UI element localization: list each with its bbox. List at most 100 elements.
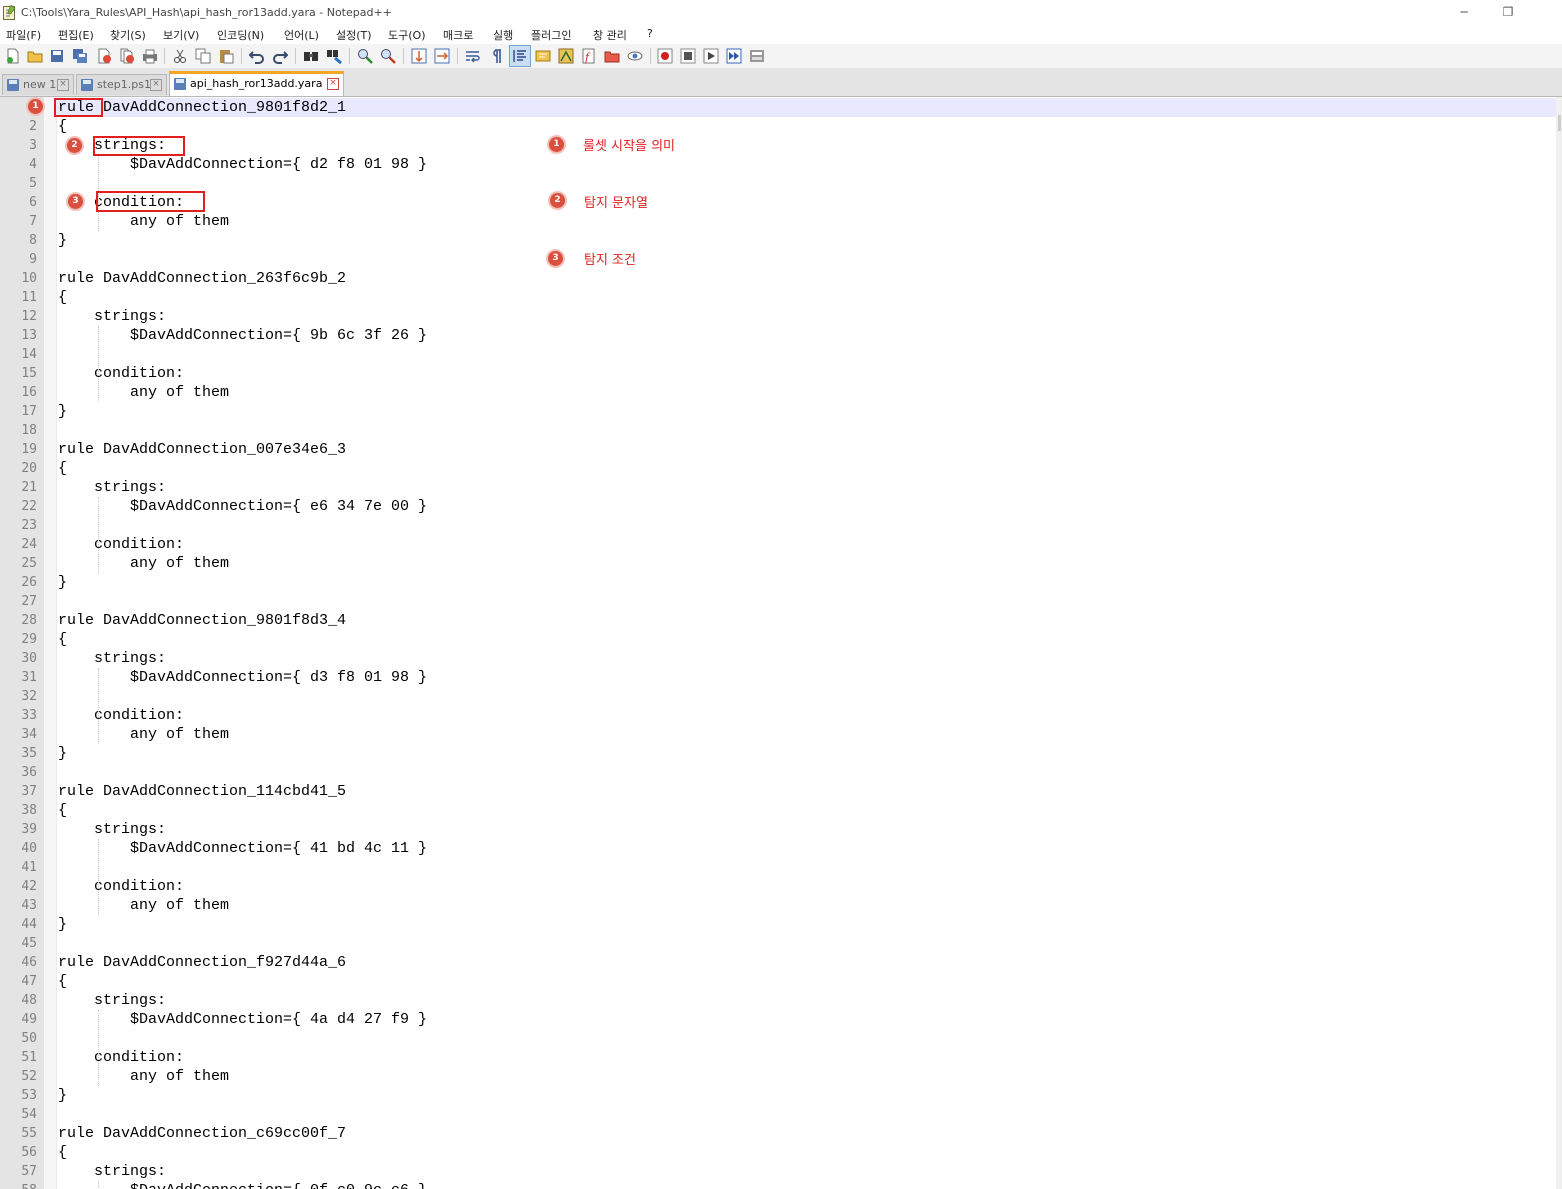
menu-window[interactable]: 창 관리 <box>593 27 627 43</box>
code-line[interactable]: rule DavAddConnection_263f6c9b_2 <box>58 269 346 288</box>
code-line[interactable]: { <box>58 117 67 136</box>
monitor-icon[interactable] <box>627 48 643 64</box>
menu-plugins[interactable]: 플러그인 <box>531 27 571 43</box>
close-all-icon[interactable] <box>119 48 135 64</box>
save-icon[interactable] <box>49 48 65 64</box>
menu-language[interactable]: 언어(L) <box>284 27 319 43</box>
macro-save-icon[interactable] <box>749 48 765 64</box>
new-file-icon[interactable] <box>5 48 21 64</box>
macro-play-icon[interactable] <box>703 48 719 64</box>
code-line[interactable]: any of them <box>58 212 229 231</box>
code-line[interactable]: strings: <box>58 478 166 497</box>
code-line[interactable]: any of them <box>58 383 229 402</box>
code-line[interactable]: rule DavAddConnection_114cbd41_5 <box>58 782 346 801</box>
folder-workspace-icon[interactable] <box>604 48 620 64</box>
tab-close-icon[interactable]: × <box>327 78 339 90</box>
tab-new-1[interactable]: new 1 × <box>2 74 74 95</box>
menu-help[interactable]: ? <box>647 27 653 40</box>
restore-button[interactable]: ❐ <box>1493 3 1523 21</box>
code-line[interactable]: condition: <box>58 364 184 383</box>
menu-macro[interactable]: 매크로 <box>443 27 473 43</box>
code-line[interactable]: } <box>58 1086 67 1105</box>
code-line[interactable]: condition: <box>58 1048 184 1067</box>
code-line[interactable]: any of them <box>58 725 229 744</box>
menu-encoding[interactable]: 인코딩(N) <box>217 27 264 43</box>
code-line[interactable]: { <box>58 1143 67 1162</box>
menu-settings[interactable]: 설정(T) <box>336 27 372 43</box>
tab-step1-ps1[interactable]: step1.ps1 × <box>76 74 167 95</box>
show-all-chars-icon[interactable] <box>488 48 504 64</box>
vertical-scrollbar[interactable] <box>1556 97 1562 1189</box>
code-line[interactable]: } <box>58 915 67 934</box>
code-line[interactable]: any of them <box>58 1067 229 1086</box>
print-icon[interactable] <box>142 48 158 64</box>
code-line[interactable]: strings: <box>58 820 166 839</box>
word-wrap-icon[interactable] <box>465 48 481 64</box>
code-line[interactable]: } <box>58 402 67 421</box>
fold-margin[interactable] <box>44 97 57 1189</box>
code-line[interactable]: } <box>58 231 67 250</box>
language-icon[interactable] <box>535 48 551 64</box>
code-line[interactable]: any of them <box>58 554 229 573</box>
zoom-in-icon[interactable] <box>357 48 373 64</box>
paste-icon[interactable] <box>218 48 234 64</box>
code-line[interactable]: $DavAddConnection={ 0f c0 9c c6 } <box>58 1181 427 1189</box>
menu-tools[interactable]: 도구(O) <box>388 27 425 43</box>
macro-record-icon[interactable] <box>657 48 673 64</box>
menu-file[interactable]: 파일(F) <box>6 27 41 43</box>
macro-run-multiple-icon[interactable] <box>726 48 742 64</box>
replace-icon[interactable] <box>326 48 342 64</box>
find-icon[interactable] <box>303 48 319 64</box>
minimize-button[interactable]: ─ <box>1449 3 1479 21</box>
code-line[interactable]: condition: <box>58 706 184 725</box>
code-line[interactable]: $DavAddConnection={ d2 f8 01 98 } <box>58 155 427 174</box>
close-icon[interactable] <box>96 48 112 64</box>
menu-run[interactable]: 실행 <box>493 27 513 43</box>
undo-icon[interactable] <box>249 48 265 64</box>
cut-icon[interactable] <box>172 48 188 64</box>
redo-icon[interactable] <box>272 48 288 64</box>
save-all-icon[interactable] <box>72 48 88 64</box>
code-line[interactable]: { <box>58 288 67 307</box>
line-number: 34 <box>21 727 37 742</box>
code-line[interactable]: $DavAddConnection={ d3 f8 01 98 } <box>58 668 427 687</box>
tab-api-hash-ror13add-yara[interactable]: api_hash_ror13add.yara × <box>169 71 344 96</box>
code-line[interactable]: $DavAddConnection={ 4a d4 27 f9 } <box>58 1010 427 1029</box>
code-line[interactable]: strings: <box>58 1162 166 1181</box>
menu-search[interactable]: 찾기(S) <box>110 27 146 43</box>
open-file-icon[interactable] <box>27 48 43 64</box>
zoom-out-icon[interactable] <box>380 48 396 64</box>
sync-horizontal-icon[interactable] <box>434 48 450 64</box>
code-line[interactable]: condition: <box>58 535 184 554</box>
code-line[interactable]: } <box>58 573 67 592</box>
menu-view[interactable]: 보기(V) <box>163 27 199 43</box>
code-line[interactable]: rule DavAddConnection_f927d44a_6 <box>58 953 346 972</box>
tab-close-icon[interactable]: × <box>150 79 162 91</box>
code-line[interactable]: { <box>58 459 67 478</box>
copy-icon[interactable] <box>195 48 211 64</box>
code-line[interactable]: strings: <box>58 991 166 1010</box>
tab-close-icon[interactable]: × <box>57 79 69 91</box>
code-line[interactable]: strings: <box>58 649 166 668</box>
indent-guide-icon[interactable] <box>512 48 528 64</box>
menu-edit[interactable]: 편집(E) <box>58 27 94 43</box>
code-line[interactable]: any of them <box>58 896 229 915</box>
code-line[interactable]: strings: <box>58 307 166 326</box>
function-list-icon[interactable]: f <box>581 48 597 64</box>
code-editor[interactable]: 1234567891011121314151617181920212223242… <box>0 97 1562 1189</box>
code-line[interactable]: $DavAddConnection={ 41 bd 4c 11 } <box>58 839 427 858</box>
code-line[interactable]: rule DavAddConnection_9801f8d3_4 <box>58 611 346 630</box>
code-line[interactable]: { <box>58 801 67 820</box>
code-line[interactable]: { <box>58 630 67 649</box>
code-line[interactable]: rule DavAddConnection_c69cc00f_7 <box>58 1124 346 1143</box>
code-line[interactable]: { <box>58 972 67 991</box>
macro-stop-icon[interactable] <box>680 48 696 64</box>
code-line[interactable]: condition: <box>58 877 184 896</box>
scrollbar-thumb[interactable] <box>1558 115 1561 131</box>
code-line[interactable]: } <box>58 744 67 763</box>
doc-map-icon[interactable] <box>558 48 574 64</box>
code-line[interactable]: $DavAddConnection={ e6 34 7e 00 } <box>58 497 427 516</box>
code-line[interactable]: $DavAddConnection={ 9b 6c 3f 26 } <box>58 326 427 345</box>
code-line[interactable]: rule DavAddConnection_007e34e6_3 <box>58 440 346 459</box>
sync-vertical-icon[interactable] <box>411 48 427 64</box>
